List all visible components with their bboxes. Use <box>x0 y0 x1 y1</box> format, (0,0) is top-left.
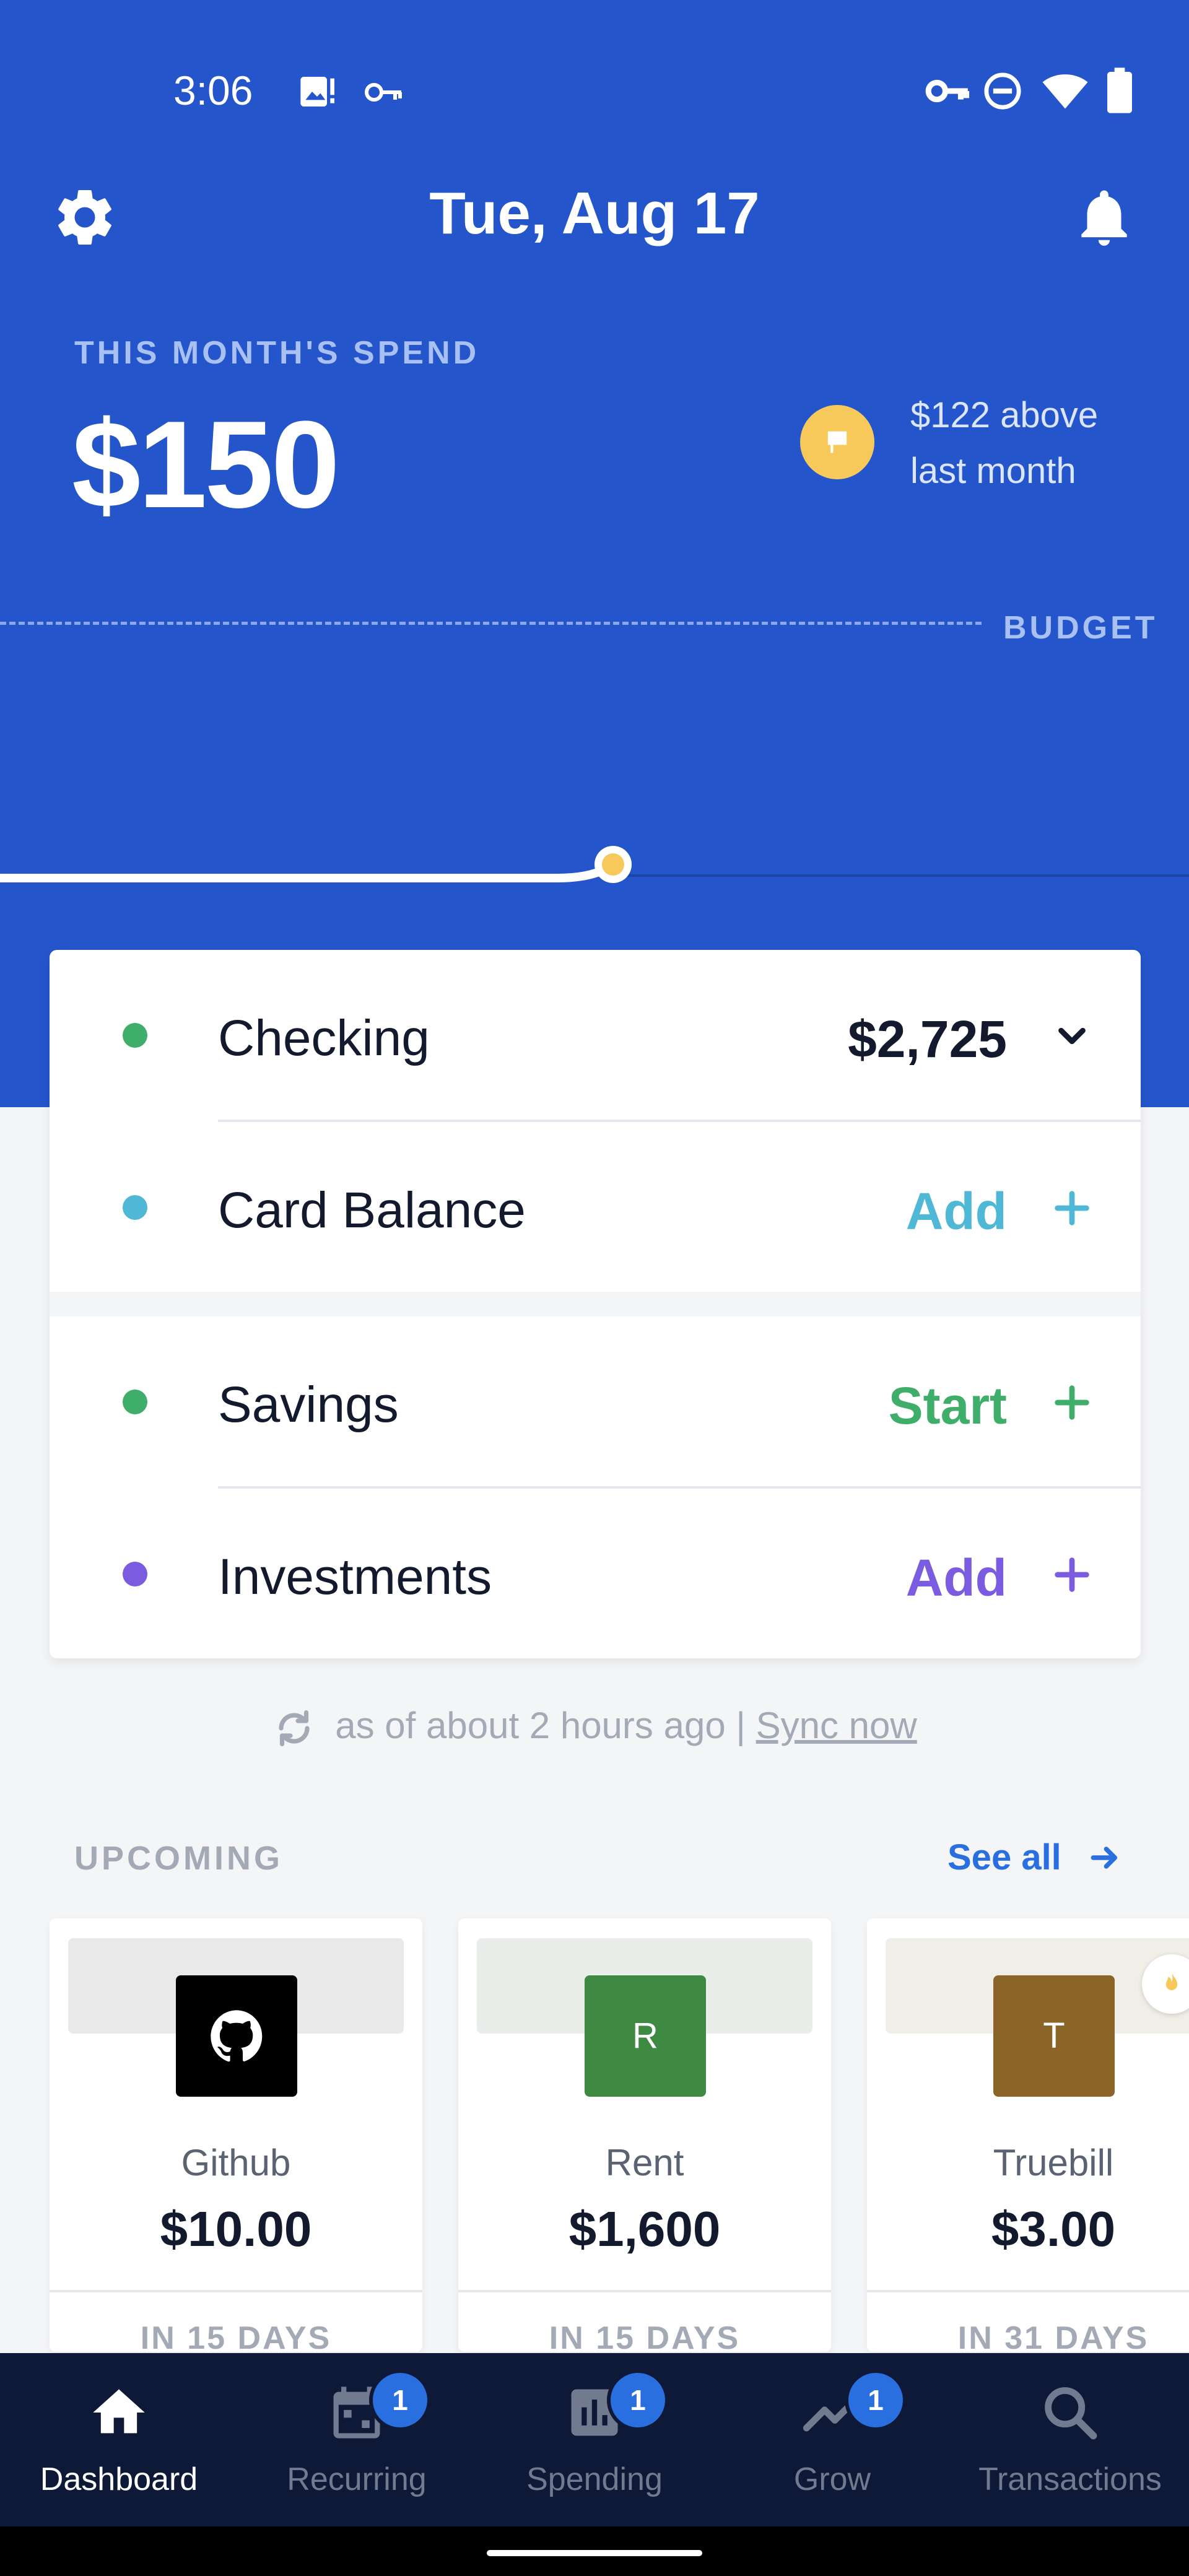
upcoming-card[interactable]: Github $10.00 IN 15 DAYS <box>50 1918 422 2352</box>
nav-label: Recurring <box>287 2461 427 2497</box>
bell-icon[interactable] <box>1070 183 1138 251</box>
add-investments-button[interactable]: Add <box>906 1548 1007 1608</box>
add-card-button[interactable]: Add <box>906 1181 1007 1242</box>
sync-status: as of about 2 hours ago | Sync now <box>0 1704 1189 1751</box>
plus-icon[interactable] <box>1050 1186 1094 1230</box>
nav-grow[interactable]: 1 Grow <box>713 2353 951 2526</box>
start-savings-button[interactable]: Start <box>889 1376 1007 1436</box>
chevron-down-icon[interactable] <box>1050 1014 1094 1058</box>
nav-label: Transactions <box>978 2461 1162 2497</box>
sync-text: as of about 2 hours ago | <box>335 1705 756 1746</box>
battery-icon <box>1107 67 1132 113</box>
bill-amount: $3.00 <box>991 2201 1116 2256</box>
arrow-right-icon[interactable] <box>1087 1840 1122 1875</box>
nav-spending[interactable]: 1 Spending <box>476 2353 713 2526</box>
see-all-link[interactable]: See all <box>947 1837 1061 1878</box>
gesture-bar <box>0 2526 1189 2576</box>
budget-label: BUDGET <box>1003 610 1158 646</box>
budget-line <box>0 622 982 625</box>
account-dot <box>123 1562 147 1586</box>
sync-icon[interactable] <box>272 1706 316 1751</box>
account-dot <box>123 1390 147 1414</box>
upcoming-card[interactable]: T Truebill $3.00 IN 31 DAYS <box>867 1918 1189 2352</box>
account-label: Checking <box>218 1010 430 1066</box>
notification-badge: 1 <box>369 2369 431 2431</box>
account-row-savings[interactable]: Savings Start <box>50 1316 1141 1487</box>
page-title: Tue, Aug 17 <box>429 180 760 246</box>
bill-name: Rent <box>605 2142 684 2183</box>
upcoming-heading: UPCOMING <box>74 1840 283 1877</box>
spend-line <box>0 860 617 882</box>
letter-avatar: R <box>585 1975 706 2097</box>
nav-label: Grow <box>793 2461 871 2497</box>
account-row-card-balance[interactable]: Card Balance Add <box>50 1122 1141 1293</box>
home-icon <box>93 2389 145 2434</box>
nav-label: Spending <box>526 2461 663 2497</box>
bill-amount: $10.00 <box>160 2201 312 2256</box>
bill-due: IN 31 DAYS <box>957 2320 1149 2352</box>
key-icon <box>365 83 402 102</box>
sync-now-link[interactable]: Sync now <box>756 1705 917 1746</box>
account-dot <box>123 1023 147 1048</box>
vpn-key-icon <box>925 79 970 103</box>
letter-avatar: T <box>993 1975 1115 2097</box>
spend-graph <box>0 846 1189 883</box>
spend-hero: 3:06 Tue, Aug 17 THIS MONTH'S SPEND $150… <box>0 0 1189 1107</box>
section-gap <box>50 1292 1141 1316</box>
upcoming-card[interactable]: R Rent $1,600 IN 15 DAYS <box>458 1918 831 2352</box>
nav-dashboard[interactable]: Dashboard <box>0 2353 238 2526</box>
bill-amount: $1,600 <box>568 2201 721 2256</box>
nav-label: Dashboard <box>40 2461 198 2497</box>
spend-amount: $150 <box>72 396 340 534</box>
plus-icon[interactable] <box>1050 1553 1094 1596</box>
search-icon <box>1045 2387 1097 2440</box>
nav-recurring[interactable]: 1 Recurring <box>238 2353 476 2526</box>
status-time: 3:06 <box>173 67 253 113</box>
divider <box>458 2290 831 2292</box>
image-alert-icon <box>300 77 334 107</box>
nav-transactions[interactable]: Transactions <box>951 2353 1189 2526</box>
do-not-disturb-icon <box>984 72 1021 110</box>
accounts-card: Checking $2,725 Card Balance Add Savings… <box>50 950 1141 1658</box>
bill-due: IN 15 DAYS <box>549 2320 741 2352</box>
bill-name: Truebill <box>993 2142 1114 2183</box>
github-icon <box>176 1975 297 2097</box>
bill-due: IN 15 DAYS <box>140 2320 332 2352</box>
plus-icon[interactable] <box>1050 1381 1094 1424</box>
divider <box>50 2290 422 2292</box>
flag-icon <box>800 405 874 479</box>
spend-label: THIS MONTH'S SPEND <box>74 335 480 371</box>
notification-badge: 1 <box>607 2369 669 2431</box>
account-dot <box>123 1195 147 1220</box>
account-label: Savings <box>218 1377 399 1433</box>
home-gesture-handle[interactable] <box>487 2550 702 2556</box>
account-row-investments[interactable]: Investments Add <box>50 1489 1141 1660</box>
month-comparison: $122 above last month <box>910 388 1170 499</box>
divider <box>867 2290 1189 2292</box>
bottom-nav: Dashboard 1 Recurring 1 Spending 1 Grow … <box>0 2353 1189 2526</box>
wifi-icon <box>1042 74 1088 109</box>
account-label: Card Balance <box>218 1182 526 1238</box>
bill-name: Github <box>181 2142 291 2183</box>
account-label: Investments <box>218 1549 492 1605</box>
account-value: $2,725 <box>848 1010 1007 1068</box>
account-row-checking[interactable]: Checking $2,725 <box>50 950 1141 1121</box>
comparison-line-2: last month <box>910 451 1076 491</box>
today-marker <box>602 853 624 876</box>
comparison-line-1: $122 above <box>910 395 1099 435</box>
notification-badge: 1 <box>845 2369 907 2431</box>
